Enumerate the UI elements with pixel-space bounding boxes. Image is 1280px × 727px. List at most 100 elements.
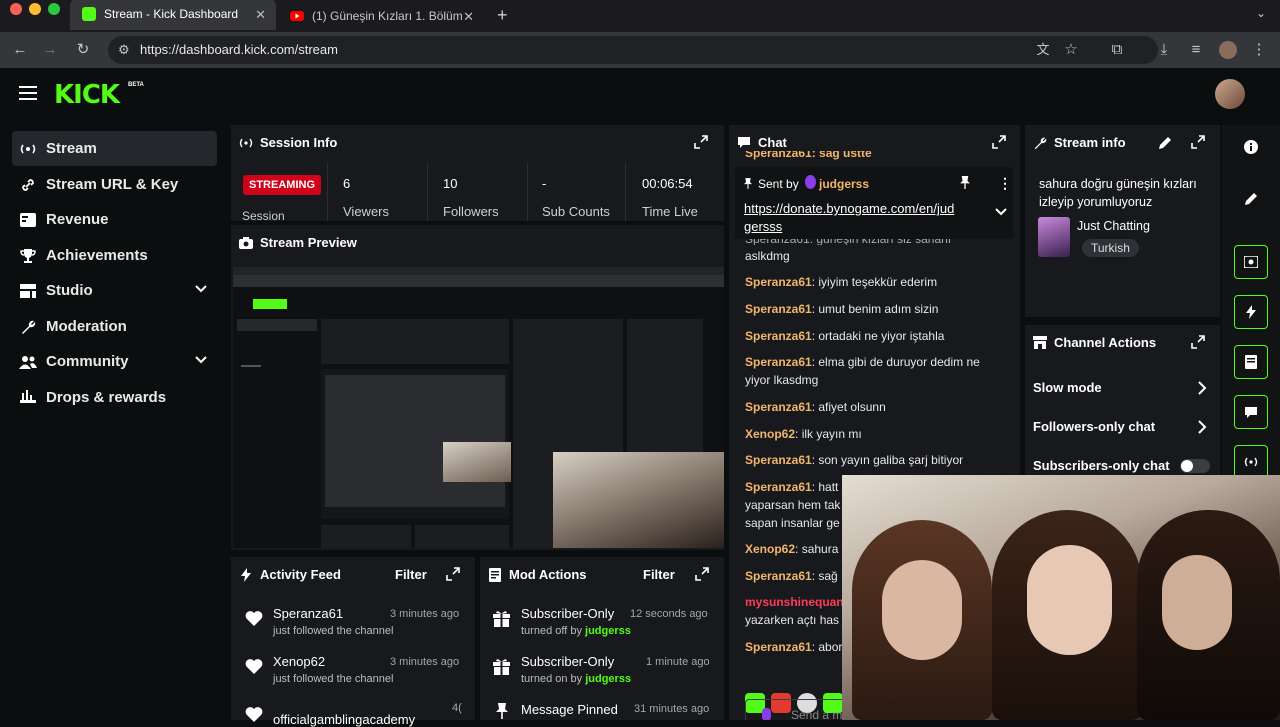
chevron-right-icon[interactable] — [1197, 381, 1207, 395]
tab-search-icon[interactable]: ⌄ — [1256, 6, 1266, 20]
expand-icon[interactable] — [1191, 335, 1207, 351]
stream-title: sahura doğru güneşin kızları izleyip yor… — [1039, 177, 1197, 209]
pinned-link[interactable]: https://donate.bynogame.com/en/jud gersss — [744, 200, 954, 236]
close-tab-icon[interactable]: ✕ — [463, 9, 474, 25]
close-window-button[interactable] — [10, 3, 22, 15]
sidebar-item-revenue[interactable]: Revenue — [12, 202, 217, 237]
profile-avatar[interactable] — [1219, 41, 1237, 59]
sidebar-item-achievements[interactable]: Achievements — [12, 238, 217, 273]
youtube-favicon-icon — [290, 9, 304, 23]
chevron-down-icon[interactable] — [995, 207, 1007, 217]
subscribers-only-toggle[interactable] — [1180, 459, 1210, 473]
slow-mode-row[interactable]: Slow mode — [1033, 380, 1213, 395]
more-options-icon[interactable]: ⋮ — [998, 175, 1012, 192]
info-icon[interactable] — [1234, 130, 1268, 164]
session-label: Session — [242, 209, 285, 223]
wrench-icon — [1033, 136, 1047, 150]
mod-action-name: Message Pinned — [521, 702, 618, 717]
browser-tab-kick[interactable]: Stream - Kick Dashboard ✕ — [70, 0, 276, 30]
stream-preview-video[interactable] — [233, 267, 724, 548]
activity-desc: just followed the channel — [273, 673, 394, 685]
chat-bubble-icon[interactable] — [1234, 395, 1268, 429]
session-info-panel: Session Info STREAMING Session 6 Viewers… — [231, 125, 724, 223]
sidebar-item-label: Drops & rewards — [46, 389, 167, 406]
chat-message: Speranza61: elma gibi de duruyor dedim n… — [745, 355, 980, 387]
panel-title: Stream info — [1054, 135, 1126, 150]
activity-feed-panel: Activity Feed Filter Speranza61 just fol… — [231, 557, 475, 727]
browser-menu-icon[interactable]: ⋮ — [1250, 41, 1268, 59]
camera-focus-icon[interactable] — [1234, 245, 1268, 279]
sent-by-label: Sent by — [758, 177, 799, 191]
pinned-user[interactable]: judgerss — [819, 177, 869, 191]
stream-preview-panel: Stream Preview — [231, 225, 724, 550]
edit-pencil-icon[interactable] — [1159, 136, 1172, 149]
translate-icon[interactable]: 文 — [1034, 41, 1052, 59]
stream-info-panel: Stream info sahura doğru güneşin kızları… — [1025, 125, 1220, 317]
minimize-window-button[interactable] — [29, 3, 41, 15]
document-icon[interactable] — [1234, 345, 1268, 379]
expand-icon[interactable] — [1191, 135, 1207, 151]
url-input[interactable]: ⚙ https://dashboard.kick.com/stream — [108, 36, 1158, 64]
expand-icon[interactable] — [446, 567, 462, 583]
tab-title: Stream - Kick Dashboard — [104, 7, 239, 21]
sidebar-item-label: Revenue — [46, 211, 109, 228]
unpin-icon[interactable] — [960, 176, 970, 189]
chat-message-cut: Speranza61: sağ üstte — [745, 151, 872, 160]
media-control-icon[interactable]: ≡ — [1187, 41, 1205, 59]
followers-only-row[interactable]: Followers-only chat — [1033, 419, 1213, 434]
expand-icon[interactable] — [694, 135, 710, 151]
sidebar-item-drops-rewards[interactable]: Drops & rewards — [12, 380, 217, 415]
mod-action-time: 1 minute ago — [646, 656, 710, 668]
activity-user[interactable]: Speranza61 — [273, 606, 343, 621]
divider — [625, 163, 626, 221]
browser-tab-youtube[interactable]: (1) Güneşin Kızları 1. Bölüm - ✕ — [278, 0, 484, 32]
mod-action-user[interactable]: judgerss — [585, 673, 631, 685]
sidebar-item-stream-url-key[interactable]: Stream URL & Key — [12, 167, 217, 202]
sidebar-item-studio[interactable]: Studio — [12, 273, 217, 308]
bookmark-star-icon[interactable]: ☆ — [1062, 41, 1080, 59]
extensions-icon[interactable]: ⧉ — [1108, 41, 1126, 59]
shop-icon — [1033, 336, 1047, 350]
edit-icon[interactable] — [1234, 181, 1268, 215]
mod-filter-button[interactable]: Filter — [643, 567, 675, 582]
trophy-icon — [18, 246, 38, 266]
lightning-icon[interactable] — [1234, 295, 1268, 329]
activity-user[interactable]: Xenop62 — [273, 654, 325, 669]
expand-icon[interactable] — [695, 567, 711, 583]
activity-desc: just followed the channel — [273, 625, 394, 637]
category-name[interactable]: Just Chatting — [1077, 219, 1150, 233]
divider — [527, 163, 528, 221]
user-avatar[interactable] — [1215, 79, 1245, 109]
sidebar-item-community[interactable]: Community — [12, 344, 217, 379]
sidebar-item-moderation[interactable]: Moderation — [12, 309, 217, 344]
close-tab-icon[interactable]: ✕ — [255, 7, 266, 23]
maximize-window-button[interactable] — [48, 3, 60, 15]
mod-action-user[interactable]: judgerss — [585, 625, 631, 637]
sidebar-item-label: Stream URL & Key — [46, 176, 179, 193]
browser-tab-bar: Stream - Kick Dashboard ✕ (1) Güneşin Kı… — [0, 0, 1280, 32]
download-icon[interactable]: ⤓ — [1155, 41, 1173, 59]
hamburger-menu-icon[interactable] — [19, 86, 37, 100]
kick-logo[interactable]: KICK — [54, 80, 120, 110]
new-tab-icon[interactable]: + — [497, 5, 508, 26]
webcam-overlay-video — [842, 475, 1280, 720]
studio-icon — [18, 281, 38, 301]
language-tag[interactable]: Turkish — [1082, 239, 1139, 257]
drops-icon — [18, 388, 38, 408]
panel-title: Mod Actions — [509, 567, 587, 582]
link-icon — [18, 175, 38, 195]
category-thumbnail[interactable] — [1038, 217, 1070, 257]
activity-time: 4( — [452, 702, 462, 714]
site-info-icon[interactable]: ⚙ — [118, 36, 130, 64]
stream-preview-header: Stream Preview — [239, 235, 357, 250]
broadcast-icon[interactable] — [1234, 445, 1268, 479]
forward-icon[interactable]: → — [41, 41, 59, 59]
sidebar-item-stream[interactable]: Stream — [12, 131, 217, 166]
back-icon[interactable]: ← — [11, 41, 29, 59]
expand-icon[interactable] — [992, 135, 1008, 151]
chevron-right-icon[interactable] — [1197, 420, 1207, 434]
chat-message: Speranza61: iyiyim teşekkür ederim — [745, 275, 938, 289]
action-label: Slow mode — [1033, 380, 1102, 395]
activity-filter-button[interactable]: Filter — [395, 567, 427, 582]
reload-icon[interactable]: ↻ — [74, 41, 92, 59]
